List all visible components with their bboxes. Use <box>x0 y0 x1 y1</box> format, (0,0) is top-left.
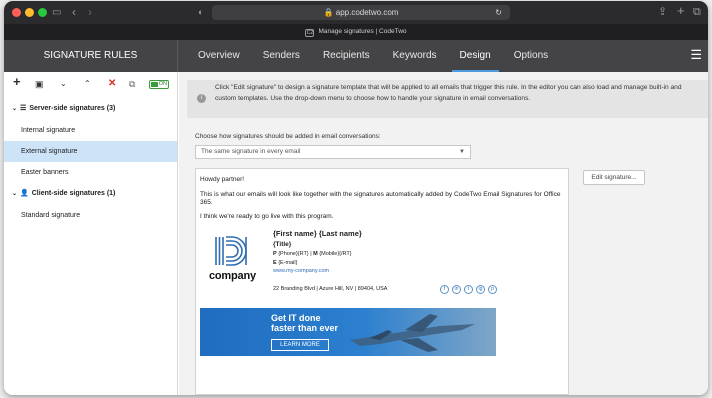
move-down-icon[interactable]: ⌄ <box>60 78 67 90</box>
browser-window: ▭ ‹ › ◐ 🔒 app.codetwo.com ↻ ⇪ + ⧉ C2 Mana… <box>4 1 708 395</box>
info-banner: i Click "Edit signature" to design a sig… <box>187 80 708 118</box>
group-label: Server-side signatures (3) <box>29 105 116 112</box>
edit-signature-button[interactable]: Edit signature... <box>583 170 645 185</box>
main-tabs: Overview Senders Recipients Keywords Des… <box>198 40 571 72</box>
back-icon[interactable]: ‹ <box>72 6 76 19</box>
save-icon[interactable]: ▣ <box>35 78 44 90</box>
toggle-label: ON <box>158 81 167 87</box>
company-logo-mark <box>215 236 247 266</box>
sidebar-item-standard-signature[interactable]: Standard signature <box>4 205 177 226</box>
group-client-side[interactable]: ⌄ 👤 Client-side signatures (1) <box>12 189 115 199</box>
info-text: Click "Edit signature" to design a signa… <box>215 84 682 102</box>
preview-line-1b: 365. <box>200 199 213 206</box>
rule-toggle[interactable]: ON <box>149 80 169 89</box>
group-label: Client-side signatures (1) <box>31 190 116 197</box>
reload-icon[interactable]: ↻ <box>495 5 502 20</box>
twitter-icon[interactable]: t <box>464 285 473 294</box>
app-title: SIGNATURE RULES <box>4 40 178 72</box>
conversation-select-value: The same signature in every email <box>201 148 301 155</box>
add-icon[interactable]: + <box>13 75 21 88</box>
lock-icon: 🔒 <box>323 8 334 17</box>
email-label: E <box>273 260 277 266</box>
move-up-icon[interactable]: ⌃ <box>84 78 91 90</box>
chevron-down-icon[interactable]: ⌄ <box>12 191 17 197</box>
company-logo: company <box>206 235 256 285</box>
pinterest-icon[interactable]: p <box>488 285 497 294</box>
conversation-label: Choose how signatures should be added in… <box>195 133 381 140</box>
sidebar-item-external-signature[interactable]: External signature <box>4 141 177 162</box>
forward-icon[interactable]: › <box>88 6 92 19</box>
minimize-window-button[interactable] <box>25 8 34 17</box>
user-icon: 👤 <box>20 190 29 197</box>
shield-icon[interactable]: ◐ <box>198 6 203 19</box>
dropdown-arrow-icon: ▼ <box>459 149 465 155</box>
url-text: app.codetwo.com <box>335 8 399 17</box>
app-header: SIGNATURE RULES Overview Senders Recipie… <box>4 40 708 72</box>
sidebar: + ▣ ⌄ ⌃ ✕ ⧉ ON ⌄ ☰ Server-side signatures … <box>4 72 178 395</box>
banner-headline-1: Get IT done <box>271 313 321 323</box>
signature-name: {First name} {Last name} <box>273 229 362 238</box>
phone-label: P <box>273 251 277 257</box>
phone-value: {Phone}{RT} | <box>278 251 314 257</box>
tab-recipients[interactable]: Recipients <box>323 40 370 72</box>
email-preview: Howdy partner! This is what our emails w… <box>195 168 569 395</box>
signature-phone-line: P {Phone}{RT} | M {Mobile}{/RT} <box>273 250 352 259</box>
address-bar[interactable]: 🔒 app.codetwo.com ↻ <box>212 5 510 20</box>
info-icon: i <box>197 94 206 103</box>
tab-favicon: C2 <box>305 29 315 37</box>
facebook-icon[interactable]: f <box>440 285 449 294</box>
close-window-button[interactable] <box>12 8 21 17</box>
preview-line-2: I think we're ready to go live with this… <box>200 213 334 220</box>
new-tab-icon[interactable]: + <box>677 4 685 17</box>
list-icon: ☰ <box>20 105 27 112</box>
mobile-value: {Mobile}{/RT} <box>319 251 352 257</box>
sidebar-toggle-icon[interactable]: ▭ <box>52 6 61 19</box>
tab-overview[interactable]: Overview <box>198 40 240 72</box>
chevron-down-icon[interactable]: ⌄ <box>12 106 17 112</box>
learn-more-button[interactable]: LEARN MORE <box>271 339 329 351</box>
tab-design[interactable]: Design <box>451 40 499 72</box>
sidebar-item-internal-signature[interactable]: Internal signature <box>4 120 177 141</box>
sidebar-item-easter-banners[interactable]: Easter banners <box>4 162 177 183</box>
delete-icon[interactable]: ✕ <box>108 78 116 90</box>
instagram-icon[interactable]: ig <box>476 285 485 294</box>
zoom-window-button[interactable] <box>38 8 47 17</box>
hamburger-menu-icon[interactable]: ☰ <box>690 48 702 62</box>
group-server-side[interactable]: ⌄ ☰ Server-side signatures (3) <box>12 104 115 114</box>
copy-icon[interactable]: ⧉ <box>129 78 135 90</box>
tab-senders[interactable]: Senders <box>263 40 300 72</box>
sidebar-toolbar: + ▣ ⌄ ⌃ ✕ ⧉ ON <box>4 72 178 96</box>
logo-text: company <box>209 270 256 282</box>
email-value: {E-mail} <box>278 260 298 266</box>
tab-title: Manage signatures | CodeTwo <box>318 28 407 35</box>
design-panel: i Click "Edit signature" to design a sig… <box>179 72 708 395</box>
preview-greeting: Howdy partner! <box>200 176 245 183</box>
signature-address: 22 Branding Blvd | Azure Hill, NV | 8940… <box>273 286 388 292</box>
tab-overview-icon[interactable]: ⧉ <box>693 6 701 19</box>
preview-line-1: This is what our emails will look like t… <box>200 191 561 198</box>
signature-banner[interactable]: Get IT done faster than ever LEARN MORE <box>200 308 496 356</box>
banner-headline-2: faster than ever <box>271 323 339 333</box>
signature-website[interactable]: www.my-company.com <box>273 267 329 276</box>
tab-keywords[interactable]: Keywords <box>393 40 437 72</box>
signature-title: {Title} <box>273 241 292 248</box>
tab-options[interactable]: Options <box>514 40 548 72</box>
share-icon[interactable]: ⇪ <box>658 6 667 19</box>
linkedin-icon[interactable]: in <box>452 285 461 294</box>
jet-image <box>350 314 475 352</box>
conversation-select[interactable]: The same signature in every email ▼ <box>195 145 471 159</box>
browser-titlebar: ▭ ‹ › ◐ 🔒 app.codetwo.com ↻ ⇪ + ⧉ <box>4 1 708 24</box>
mobile-label: M <box>313 251 318 257</box>
browser-tab[interactable]: C2 Manage signatures | CodeTwo <box>4 24 708 40</box>
